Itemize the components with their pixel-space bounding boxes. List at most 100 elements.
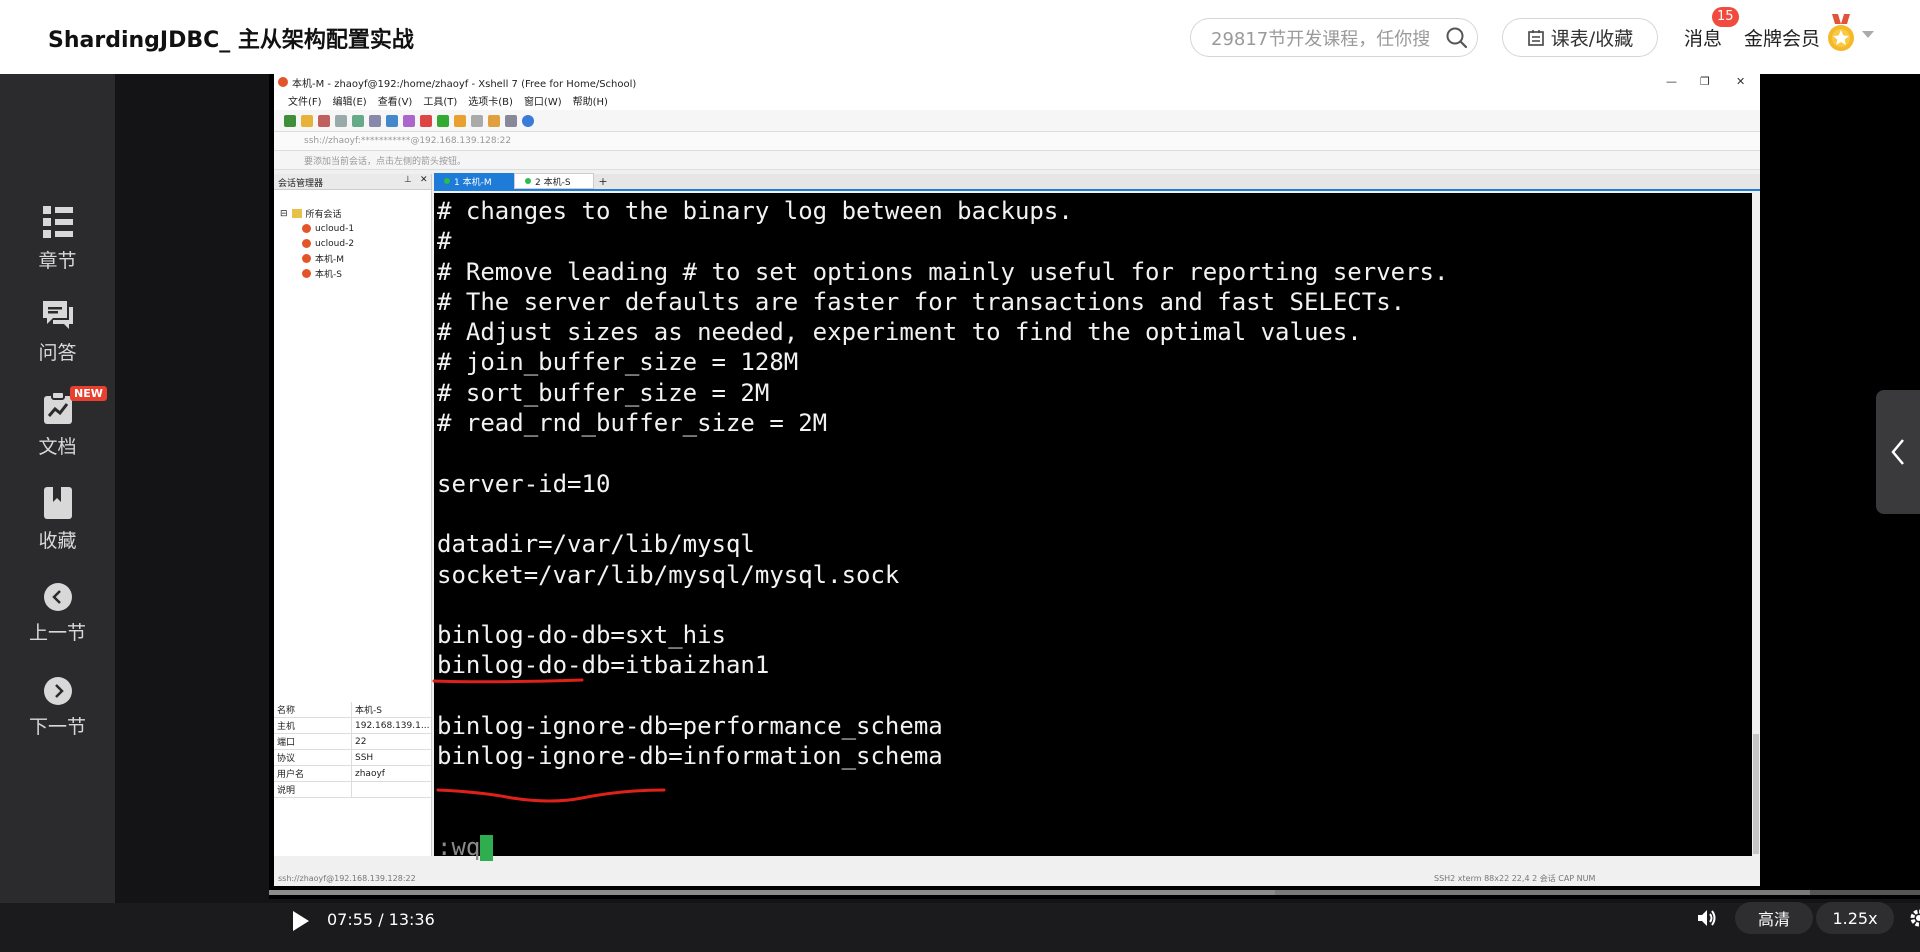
collapse-icon[interactable]: ⊟ bbox=[280, 209, 288, 219]
terminal-line: # sort_buffer_size = 2M bbox=[437, 378, 1752, 408]
playback-time: 07:55 / 13:36 bbox=[327, 910, 435, 929]
add-tab-button[interactable]: + bbox=[596, 175, 610, 189]
terminal-line: binlog-ignore-db=information_schema bbox=[437, 741, 1752, 771]
layout-icon[interactable] bbox=[505, 115, 517, 127]
player-controls: 07:55 / 13:36 高清 1.25x bbox=[269, 896, 1920, 952]
search-input[interactable]: 29817节开发课程，任你搜 bbox=[1190, 18, 1478, 57]
messages-count-badge: 15 bbox=[1712, 7, 1739, 27]
status-dot-icon bbox=[444, 178, 450, 184]
vip-medal-icon bbox=[1826, 14, 1856, 54]
property-row: 用户名zhaoyf bbox=[274, 766, 431, 782]
new-session-icon[interactable] bbox=[284, 115, 296, 127]
script-icon[interactable] bbox=[488, 115, 500, 127]
volume-icon[interactable] bbox=[1696, 907, 1718, 929]
sidebar-item-label: 文档 bbox=[38, 436, 76, 458]
property-row: 协议SSH bbox=[274, 750, 431, 766]
xshell-address-bar[interactable]: ssh://zhaoyf:***********@192.168.139.128… bbox=[274, 132, 1760, 151]
session-manager-title: 会话管理器 bbox=[278, 179, 323, 189]
prev-icon bbox=[43, 582, 73, 612]
tab-session-m[interactable]: 1 本机-M bbox=[434, 173, 514, 189]
pin-icon[interactable]: ⊥ bbox=[404, 175, 412, 185]
terminal-line: # bbox=[437, 226, 1752, 256]
session-properties: 名称本机-S 主机192.168.139.1... 端口22 协议SSH 用户名… bbox=[274, 702, 431, 798]
terminal-line: binlog-ignore-db=performance_schema bbox=[437, 711, 1752, 741]
sidebar-item-next[interactable]: 下一节 bbox=[0, 676, 115, 739]
xshell-logo-icon bbox=[278, 77, 288, 87]
find-icon[interactable] bbox=[369, 115, 381, 127]
terminal-scrollbar[interactable] bbox=[1752, 193, 1760, 856]
chevron-down-icon[interactable] bbox=[1862, 31, 1874, 38]
tree-item-session[interactable]: 本机-S bbox=[280, 266, 431, 281]
panel-expand-button[interactable] bbox=[1876, 390, 1920, 514]
menu-window[interactable]: 窗口(W) bbox=[524, 93, 562, 108]
quality-button[interactable]: 高清 bbox=[1735, 902, 1813, 934]
property-row: 说明 bbox=[274, 782, 431, 798]
vip-member-link[interactable]: 金牌会员 bbox=[1744, 24, 1820, 51]
settings-gear-icon[interactable] bbox=[1909, 908, 1920, 928]
xftp-icon[interactable] bbox=[420, 115, 432, 127]
xshell-titlebar: 本机-M - zhaoyf@192:/home/zhaoyf - Xshell … bbox=[274, 74, 1760, 91]
status-connection: ssh://zhaoyf@192.168.139.128:22 bbox=[278, 874, 416, 883]
sidebar-item-chapters[interactable]: 章节 bbox=[0, 204, 115, 273]
sidebar-item-favorites[interactable]: 收藏 bbox=[0, 486, 115, 553]
xshell-toolbar bbox=[274, 110, 1760, 132]
menu-tools[interactable]: 工具(T) bbox=[423, 93, 457, 108]
close-icon[interactable]: ✕ bbox=[1736, 75, 1745, 88]
fullscreen-toggle-icon[interactable] bbox=[437, 115, 449, 127]
menu-tab[interactable]: 选项卡(B) bbox=[468, 93, 513, 108]
terminal-line: socket=/var/lib/mysql/mysql.sock bbox=[437, 560, 1752, 590]
font-icon[interactable] bbox=[403, 115, 415, 127]
menu-help[interactable]: 帮助(H) bbox=[573, 93, 608, 108]
tab-session-s[interactable]: 2 本机-S bbox=[514, 173, 594, 189]
xshell-status-bar: ssh://zhaoyf@192.168.139.128:22 SSH2 xte… bbox=[274, 871, 1760, 886]
tree-item-session[interactable]: ucloud-2 bbox=[280, 236, 431, 251]
tree-item-session[interactable]: ucloud-1 bbox=[280, 221, 431, 236]
sidebar-item-label: 上一节 bbox=[29, 622, 86, 644]
scrollbar-thumb[interactable] bbox=[1753, 734, 1759, 854]
tree-item-all-sessions[interactable]: ⊟所有会话 bbox=[280, 206, 431, 221]
menu-edit[interactable]: 编辑(E) bbox=[333, 93, 367, 108]
lock-icon[interactable] bbox=[454, 115, 466, 127]
search-icon[interactable] bbox=[1437, 26, 1477, 50]
disconnect-icon[interactable] bbox=[318, 115, 330, 127]
session-icon bbox=[302, 239, 311, 248]
properties-icon[interactable] bbox=[352, 115, 364, 127]
terminal-line bbox=[437, 499, 1752, 529]
terminal-command-line: :wq bbox=[437, 832, 1752, 862]
sidebar-item-prev[interactable]: 上一节 bbox=[0, 582, 115, 645]
speed-button[interactable]: 1.25x bbox=[1816, 902, 1894, 934]
session-manager-header: 会话管理器 ⊥ ✕ bbox=[274, 174, 431, 190]
minimize-icon[interactable]: — bbox=[1666, 75, 1677, 88]
menu-view[interactable]: 查看(V) bbox=[378, 93, 413, 108]
copy-icon[interactable] bbox=[335, 115, 347, 127]
menu-file[interactable]: 文件(F) bbox=[288, 93, 322, 108]
session-manager-panel: 会话管理器 ⊥ ✕ ⊟所有会话 ucloud-1 ucloud-2 本机-M 本… bbox=[274, 174, 432, 856]
course-title: ShardingJDBC_ 主从架构配置实战 bbox=[48, 22, 414, 54]
xshell-menubar: 文件(F) 编辑(E) 查看(V) 工具(T) 选项卡(B) 窗口(W) 帮助(… bbox=[274, 91, 1760, 110]
left-sidebar: 章节 问答 NEW 文档 收藏 上一节 下一节 bbox=[0, 74, 115, 903]
sidebar-item-docs[interactable]: NEW 文档 bbox=[0, 392, 115, 459]
open-folder-icon[interactable] bbox=[301, 115, 313, 127]
sidebar-item-qa[interactable]: 问答 bbox=[0, 298, 115, 365]
terminal-line: # changes to the binary log between back… bbox=[437, 196, 1752, 226]
red-curve-annotation bbox=[432, 782, 672, 806]
search-placeholder: 29817节开发课程，任你搜 bbox=[1211, 25, 1437, 51]
terminal-line: binlog-do-db=sxt_his bbox=[437, 620, 1752, 650]
terminal-line: server-id=10 bbox=[437, 469, 1752, 499]
chevron-left-icon bbox=[1890, 438, 1906, 466]
schedule-favorites-button[interactable]: 课表/收藏 bbox=[1502, 18, 1658, 57]
help-icon[interactable] bbox=[522, 115, 534, 127]
new-badge: NEW bbox=[70, 386, 107, 401]
panel-close-icon[interactable]: ✕ bbox=[420, 175, 428, 185]
terminal-line bbox=[437, 590, 1752, 620]
globe-icon[interactable] bbox=[386, 115, 398, 127]
tree-item-session[interactable]: 本机-M bbox=[280, 251, 431, 266]
restore-icon[interactable]: ❐ bbox=[1700, 75, 1710, 88]
messages-link[interactable]: 消息 bbox=[1684, 24, 1722, 51]
status-details: SSH2 xterm 88x22 22,4 2 会话 CAP NUM bbox=[1434, 873, 1595, 884]
terminal-output[interactable]: # changes to the binary log between back… bbox=[434, 193, 1752, 856]
next-icon bbox=[43, 676, 73, 706]
keyboard-icon[interactable] bbox=[471, 115, 483, 127]
sidebar-item-label: 章节 bbox=[38, 250, 76, 272]
play-icon[interactable] bbox=[293, 911, 309, 931]
